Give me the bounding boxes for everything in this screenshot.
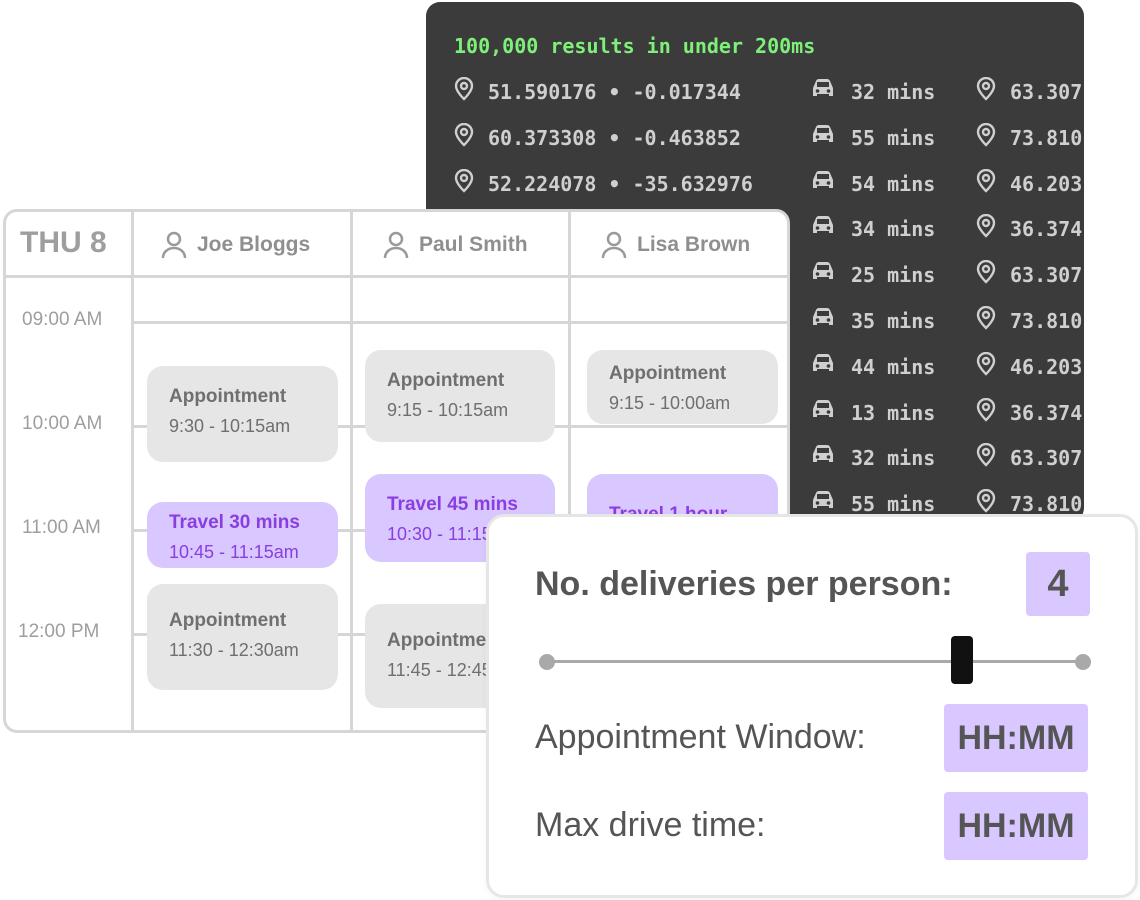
appointment-window-input[interactable]: HH:MM: [944, 704, 1088, 772]
appointment-event[interactable]: Appointment 9:15 - 10:00am: [587, 350, 778, 424]
event-time: 10:45 - 11:15am: [169, 542, 299, 562]
slider-max-dot: [1075, 654, 1091, 670]
delivery-settings-card: No. deliveries per person: 4 Appointment…: [486, 514, 1138, 898]
appointment-event[interactable]: Appointment 9:15 - 10:15am: [365, 350, 555, 442]
event-time: 9:15 - 10:00am: [609, 393, 731, 413]
deliveries-label: No. deliveries per person:: [535, 565, 953, 603]
person-name: Joe Bloggs: [197, 233, 311, 256]
result-drive-time: 35 mins: [851, 309, 936, 333]
result-drive-time: 44 mins: [851, 354, 936, 379]
result-row: 52.224078 • -35.632976 54 mins 46.203: [426, 168, 1084, 199]
event-title: Travel 45 mins: [387, 494, 518, 515]
user-icon: [601, 231, 627, 259]
result-value: 46.203: [1010, 171, 1083, 196]
slider-min-dot: [539, 654, 555, 670]
result-row: 60.373308 • -0.463852 55 mins 73.810: [426, 122, 1084, 153]
result-value: 36.374: [1010, 217, 1083, 242]
event-time: 9:15 - 10:15am: [387, 400, 509, 420]
column-header-paul[interactable]: Paul Smith: [383, 230, 528, 260]
result-drive-time: 54 mins: [851, 171, 936, 196]
result-value: 46.203: [1010, 354, 1083, 379]
result-drive-time: 55 mins: [851, 125, 936, 150]
calendar-day: THU 8: [20, 226, 107, 259]
result-value: 73.810: [1010, 309, 1083, 333]
results-headline: 100,000 results in under 200ms: [454, 34, 816, 58]
travel-event[interactable]: Travel 30 mins 10:45 - 11:15am: [147, 502, 338, 568]
event-title: Appointment: [169, 386, 287, 407]
max-drive-time-input[interactable]: HH:MM: [944, 792, 1088, 860]
result-value: 36.374: [1010, 400, 1083, 425]
result-value: 73.810: [1010, 125, 1083, 150]
result-coords: 52.224078 • -35.632976: [488, 171, 753, 196]
result-row: 51.590176 • -0.017344 32 mins 63.307: [426, 77, 1084, 107]
header-divider: [6, 275, 787, 278]
grid-line: [131, 212, 134, 730]
result-coords: 51.590176 • -0.017344: [488, 80, 741, 104]
event-time: 9:30 - 10:15am: [169, 416, 291, 436]
time-label: 09:00 AM: [22, 309, 103, 330]
time-label: 11:00 AM: [22, 517, 101, 538]
result-drive-time: 32 mins: [851, 80, 936, 104]
event-title: Appointment: [169, 610, 287, 631]
person-name: Lisa Brown: [637, 233, 751, 256]
grid-line: [350, 212, 353, 730]
result-drive-time: 25 mins: [851, 263, 936, 288]
deliveries-slider-thumb[interactable]: [951, 636, 973, 684]
max-drive-time-label: Max drive time:: [535, 806, 766, 844]
event-title: Appointment: [387, 370, 505, 391]
appointment-window-label: Appointment Window:: [535, 718, 866, 756]
event-title: Travel 30 mins: [169, 512, 300, 533]
result-drive-time: 32 mins: [851, 446, 936, 471]
event-time: 11:30 - 12:30am: [169, 640, 299, 660]
result-coords: 60.373308 • -0.463852: [488, 125, 741, 150]
event-title: Appointment: [609, 363, 727, 384]
user-icon: [383, 231, 409, 259]
appointment-event[interactable]: Appointment 11:30 - 12:30am: [147, 584, 338, 690]
deliveries-value[interactable]: 4: [1026, 552, 1090, 616]
person-name: Paul Smith: [419, 233, 528, 256]
deliveries-slider-track[interactable]: [547, 660, 1083, 663]
appointment-event[interactable]: Appointment 9:30 - 10:15am: [147, 366, 338, 462]
column-header-lisa[interactable]: Lisa Brown: [601, 230, 750, 260]
result-value: 63.307: [1010, 80, 1083, 104]
time-label: 10:00 AM: [22, 413, 103, 434]
time-label: 12:00 PM: [18, 621, 100, 642]
column-header-joe[interactable]: Joe Bloggs: [161, 230, 310, 260]
result-value: 63.307: [1010, 446, 1083, 471]
result-value: 63.307: [1010, 263, 1083, 288]
user-icon: [161, 231, 187, 259]
result-drive-time: 34 mins: [851, 217, 936, 242]
result-drive-time: 13 mins: [851, 400, 936, 425]
hour-line: [134, 321, 787, 324]
